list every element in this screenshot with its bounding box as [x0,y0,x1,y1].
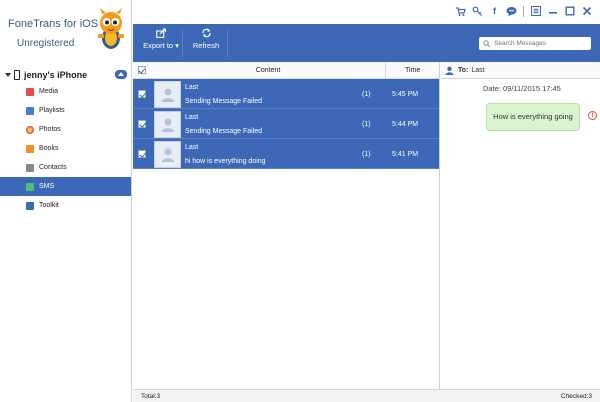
divider [182,29,183,57]
message-preview: Sending Message Failed [185,128,263,135]
person-icon [161,148,175,162]
search-box[interactable] [479,37,591,50]
sidebar-item-playlists[interactable]: Playlists [0,101,131,120]
error-icon: ! [588,111,597,120]
sidebar-item-toolkit[interactable]: Toolkit [0,196,131,215]
device-header[interactable]: jenny's iPhone [5,68,130,82]
app-title: FoneTrans for iOS [8,18,99,30]
media-icon [26,87,34,96]
refresh-button[interactable]: Refresh [189,28,223,50]
row-checkbox[interactable] [138,90,146,98]
message-preview: hi how is everything doing [185,158,266,165]
avatar [154,141,181,168]
message-bubble: How is everything going [486,103,580,131]
search-input[interactable] [494,40,586,47]
recipient-icon [445,66,454,75]
sidebar-item-books[interactable]: Books [0,139,131,158]
message-count: (1) [362,151,371,158]
contact-name: Last [185,114,199,121]
message-time: 5:41 PM [392,151,419,158]
contact-name: Last [185,84,199,91]
sms-icon [26,182,34,191]
message-list: Content Time Last Sending Message Failed… [133,61,440,389]
message-time: 5:45 PM [392,91,419,98]
cart-icon[interactable] [455,6,466,17]
toolbar: Export to ▾ Refresh [133,24,600,62]
sidebar-item-label: Media [39,88,59,95]
facebook-icon[interactable]: f [489,6,500,17]
eject-icon[interactable] [115,70,127,79]
minimize-icon[interactable] [547,6,558,17]
avatar [154,111,181,138]
conversation-pane: To: Last Date: 09/11/2015 17:45 How is e… [441,62,600,389]
chat-icon[interactable] [506,6,517,17]
toolkit-icon [26,201,34,210]
to-label: To: [458,66,469,74]
person-icon [161,88,175,102]
books-icon [26,144,34,153]
conversation-header: To: Last [441,62,600,79]
menu-icon[interactable] [530,6,541,17]
to-value: Last [471,66,485,74]
divider [523,6,524,17]
avatar [154,81,181,108]
contact-name: Last [185,144,199,151]
message-date: Date: 09/11/2015 17:45 [483,84,561,93]
expand-arrow-icon[interactable] [5,73,11,77]
sidebar-item-label: Playlists [39,107,65,114]
close-icon[interactable] [581,6,592,17]
sidebar-item-label: Contacts [39,164,67,171]
sidebar-item-label: Toolkit [39,202,59,209]
sidebar-nav: Media Playlists Photos Books Contacts SM… [0,82,131,215]
top-bar: f Export to ▾ Refresh Search Messages [133,0,600,62]
row-checkbox[interactable] [138,150,146,158]
sidebar-item-photos[interactable]: Photos [0,120,131,139]
export-label: Export to [143,41,174,50]
registration-status[interactable]: Unregistered [17,38,74,49]
sidebar-item-label: SMS [39,183,55,190]
message-count: (1) [362,121,371,128]
playlists-icon [26,106,34,115]
brand-panel: FoneTrans for iOS Unregistered [0,0,132,62]
device-name: jenny's iPhone [24,70,88,80]
title-strip: f [133,0,600,24]
total-count: Total:3 [141,393,161,400]
checked-count: Checked:3 [560,393,592,400]
sidebar-item-sms[interactable]: SMS [0,177,131,196]
sidebar-item-label: Books [39,145,59,152]
contacts-icon [26,163,34,172]
message-time: 5:44 PM [392,121,419,128]
sidebar-item-label: Photos [39,126,61,133]
key-icon[interactable] [472,6,483,17]
sidebar-item-media[interactable]: Media [0,82,131,101]
dropdown-arrow-icon: ▾ [175,41,179,50]
refresh-icon [201,28,211,38]
person-icon [161,118,175,132]
list-header: Content Time [133,61,439,79]
column-header-time[interactable]: Time [386,67,439,74]
message-count: (1) [362,91,371,98]
select-all-checkbox[interactable] [137,66,146,74]
phone-icon [14,70,20,80]
table-row[interactable]: Last hi how is everything doing (1) 5:41… [133,139,439,169]
refresh-label: Refresh [192,41,220,50]
sidebar: jenny's iPhone Media Playlists Photos Bo… [0,62,132,402]
export-icon [155,28,166,38]
table-row[interactable]: Last Sending Message Failed (1) 5:44 PM [133,109,439,139]
table-row[interactable]: Last Sending Message Failed (1) 5:45 PM [133,79,439,109]
divider [227,29,228,57]
export-button[interactable]: Export to ▾ [141,28,181,50]
select-all[interactable] [133,66,151,74]
maximize-icon[interactable] [564,6,575,17]
column-header-content[interactable]: Content [151,61,387,79]
status-bar: Total:3 Checked:3 [133,389,600,402]
photos-icon [26,125,34,134]
row-checkbox[interactable] [138,120,146,128]
search-icon [483,40,490,47]
message-preview: Sending Message Failed [185,98,263,105]
sidebar-item-contacts[interactable]: Contacts [0,158,131,177]
window-controls: f [455,6,592,17]
mascot-logo [98,8,124,49]
